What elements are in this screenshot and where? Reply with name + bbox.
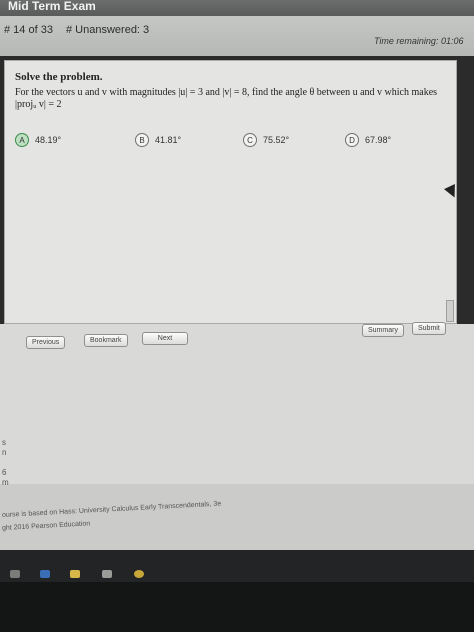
time-remaining: Time remaining: 01:06 <box>374 36 464 46</box>
edge-icon[interactable] <box>40 570 50 578</box>
choice-b-bubble[interactable]: B <box>135 133 149 147</box>
footer-text: ourse is based on Hass: University Calcu… <box>1 500 222 519</box>
bookmark-button[interactable]: Bookmark <box>84 334 128 347</box>
submit-button[interactable]: Submit <box>412 322 446 335</box>
question-instruction: Solve the problem. <box>15 71 103 83</box>
choice-c-value[interactable]: 75.52° <box>263 135 289 145</box>
summary-button[interactable]: Summary <box>362 324 404 337</box>
page-footer: s n 6 m ourse is based on Hass: Universi… <box>0 438 474 550</box>
choice-a-bubble[interactable]: A <box>15 133 29 147</box>
status-bar: # 14 of 33 # Unanswered: 3 Time remainin… <box>0 16 474 56</box>
footer-copyright: ght 2016 Pearson Education <box>1 520 91 532</box>
store-icon[interactable] <box>102 570 112 578</box>
choice-d-value[interactable]: 67.98° <box>365 135 391 145</box>
choice-b-value[interactable]: 41.81° <box>155 135 181 145</box>
title-bar: Mid Term Exam <box>0 0 474 16</box>
next-button[interactable]: Next <box>142 332 188 345</box>
choice-a[interactable]: A 48.19° <box>15 133 61 147</box>
side-mark: m <box>2 478 9 487</box>
question-text: For the vectors u and v with magnitudes … <box>15 87 438 110</box>
side-mark: 6 <box>2 468 7 477</box>
navigation-area: Previous Bookmark Next Summary Submit <box>0 322 474 484</box>
choice-c-bubble[interactable]: C <box>243 133 257 147</box>
task-view-icon[interactable] <box>10 570 20 578</box>
question-counter[interactable]: # 14 of 33 <box>4 24 53 36</box>
side-mark: n <box>2 448 7 457</box>
monitor-bezel <box>0 582 474 632</box>
choice-d-bubble[interactable]: D <box>345 133 359 147</box>
question-panel: Solve the problem. For the vectors u and… <box>4 60 457 324</box>
choice-d[interactable]: D 67.98° <box>345 133 391 147</box>
choice-c[interactable]: C 75.52° <box>243 133 289 147</box>
choice-a-value[interactable]: 48.19° <box>35 135 61 145</box>
scrollbar-handle[interactable] <box>446 300 454 322</box>
previous-button[interactable]: Previous <box>26 336 66 349</box>
choice-b[interactable]: B 41.81° <box>135 133 181 147</box>
unanswered-counter[interactable]: # Unanswered: 3 <box>66 24 149 36</box>
chrome-icon[interactable] <box>134 570 144 578</box>
side-mark: s <box>2 438 6 447</box>
window-title: Mid Term Exam <box>8 0 96 13</box>
folder-icon[interactable] <box>70 570 80 578</box>
